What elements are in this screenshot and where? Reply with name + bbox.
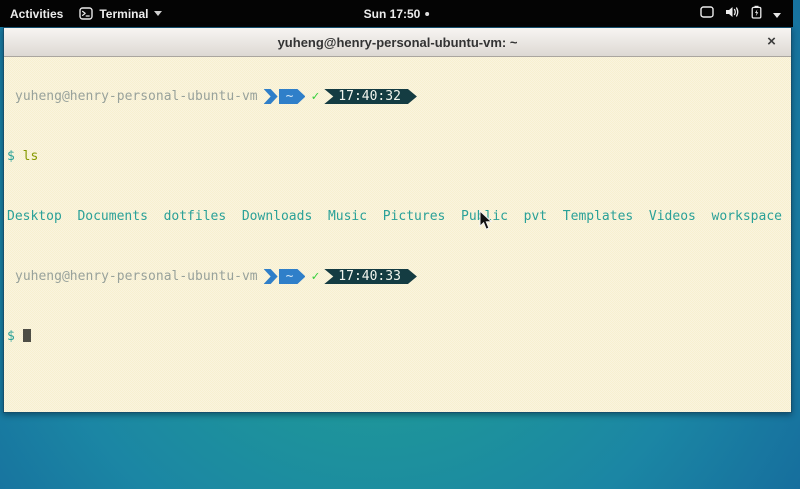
system-menu-button[interactable] xyxy=(700,5,781,22)
directory-name: pvt xyxy=(524,209,547,224)
prompt-user: yuheng@henry-personal-ubuntu-vm xyxy=(15,89,258,104)
app-menu-label: Terminal xyxy=(99,7,148,21)
chevron-down-icon xyxy=(154,11,162,16)
prompt-path-segment: ~ xyxy=(279,269,306,284)
notification-dot-icon xyxy=(425,12,429,16)
prompt-time-segment: 17:40:32 xyxy=(324,89,417,104)
volume-icon xyxy=(725,6,740,21)
directory-name: dotfiles xyxy=(164,209,227,224)
clock-label: Sun 17:50 xyxy=(364,7,421,21)
terminal-window: yuheng@henry-personal-ubuntu-vm: ~ × yuh… xyxy=(3,27,792,413)
text-cursor xyxy=(23,329,31,342)
prompt-line-2: yuheng@henry-personal-ubuntu-vm ~ ✓ 17:40:3… xyxy=(7,269,791,284)
command-line: $ ls xyxy=(7,149,791,164)
prompt-time-segment: 17:40:33 xyxy=(324,269,417,284)
window-title: yuheng@henry-personal-ubuntu-vm: ~ xyxy=(278,35,518,50)
directory-name: Music xyxy=(328,209,367,224)
status-check-icon: ✓ xyxy=(311,269,319,284)
desktop: Activities Terminal Sun 17:50 xyxy=(0,0,800,489)
status-check-icon: ✓ xyxy=(311,89,319,104)
directory-name: Documents xyxy=(77,209,147,224)
top-bar: Activities Terminal Sun 17:50 xyxy=(0,0,793,27)
chevron-down-icon xyxy=(773,7,781,21)
prompt-line-1: yuheng@henry-personal-ubuntu-vm ~ ✓ 17:40:3… xyxy=(7,89,791,104)
titlebar[interactable]: yuheng@henry-personal-ubuntu-vm: ~ × xyxy=(4,28,791,57)
directory-name: Videos xyxy=(649,209,696,224)
directory-name: Public xyxy=(461,209,508,224)
app-menu-button[interactable]: Terminal xyxy=(79,7,162,21)
directory-name: Desktop xyxy=(7,209,62,224)
clock-button[interactable]: Sun 17:50 xyxy=(364,7,430,21)
activities-button[interactable]: Activities xyxy=(10,7,63,21)
prompt-user: yuheng@henry-personal-ubuntu-vm xyxy=(15,269,258,284)
close-button[interactable]: × xyxy=(761,31,782,52)
prompt-symbol: $ xyxy=(7,149,15,164)
display-icon xyxy=(700,6,714,21)
directory-name: Downloads xyxy=(242,209,312,224)
prompt-symbol: $ xyxy=(7,329,15,344)
battery-charging-icon xyxy=(751,5,762,22)
prompt-path-segment: ~ xyxy=(279,89,306,104)
directory-name: workspace xyxy=(712,209,782,224)
terminal-icon xyxy=(79,7,93,20)
input-line: $ xyxy=(7,329,791,344)
directory-listing: Desktop Documents dotfiles Downloads Mus… xyxy=(7,209,791,224)
powerline-arrow-icon xyxy=(264,269,278,284)
command-text: ls xyxy=(23,149,39,164)
powerline-arrow-icon xyxy=(264,89,278,104)
directory-name: Pictures xyxy=(383,209,446,224)
directory-name: Templates xyxy=(563,209,633,224)
terminal-content[interactable]: yuheng@henry-personal-ubuntu-vm ~ ✓ 17:40:3… xyxy=(4,57,791,412)
